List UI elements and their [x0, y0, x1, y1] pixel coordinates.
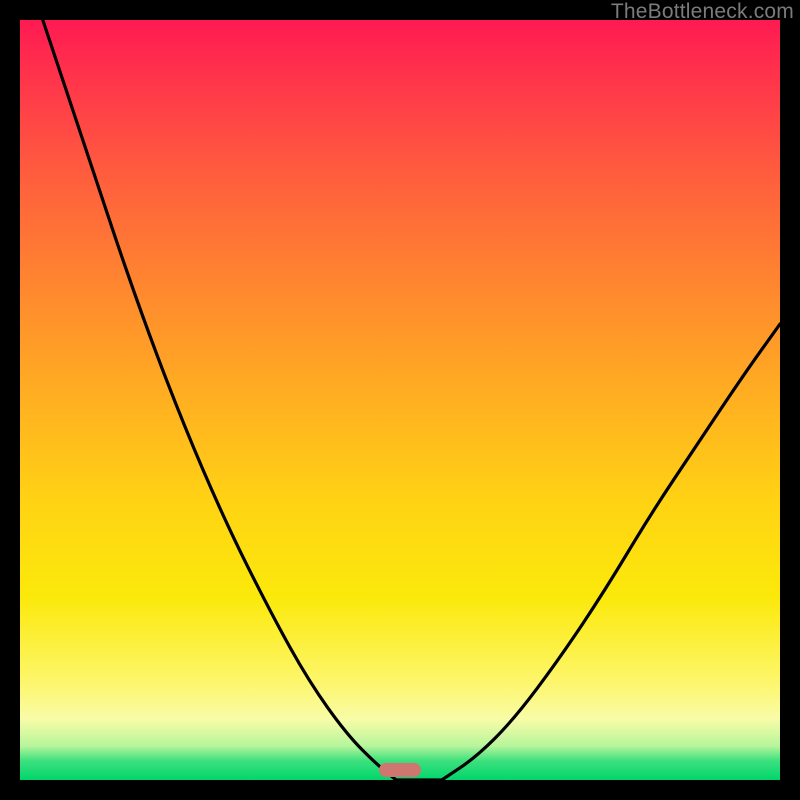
plot-area — [20, 20, 780, 780]
optimum-marker — [379, 763, 421, 777]
curve-path — [43, 20, 780, 780]
watermark-text: TheBottleneck.com — [611, 0, 794, 24]
chart-frame: TheBottleneck.com — [0, 0, 800, 800]
bottleneck-curve — [20, 20, 780, 780]
